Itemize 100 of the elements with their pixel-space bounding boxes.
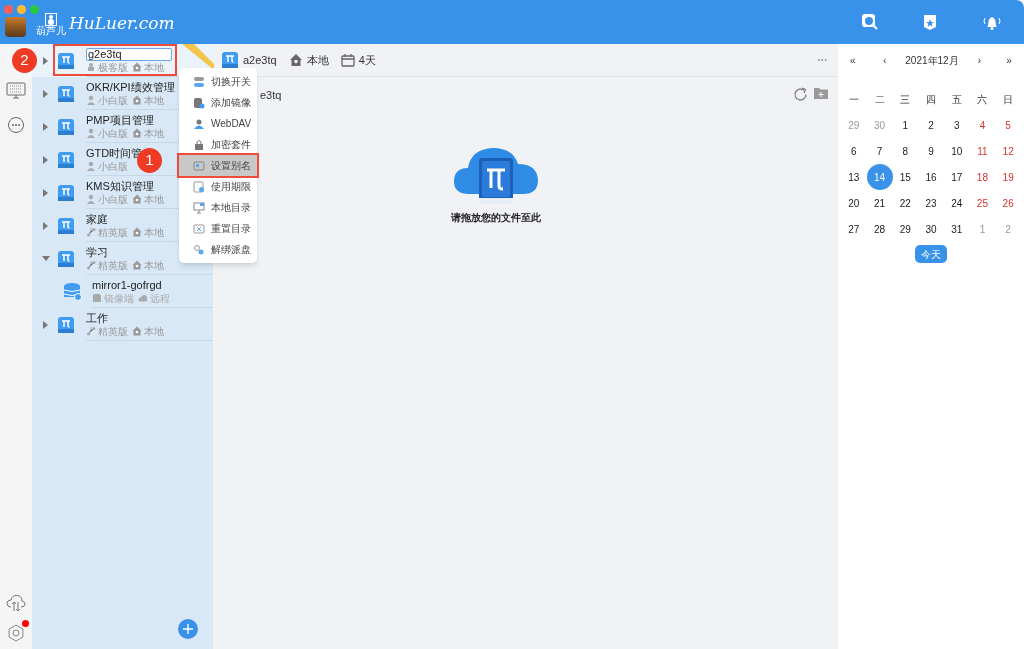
name-input-field[interactable]: g2e3tq bbox=[86, 47, 172, 61]
calendar-day[interactable]: 4 bbox=[969, 112, 996, 138]
menu-item-icon bbox=[193, 138, 205, 151]
cloud-sync-icon[interactable] bbox=[6, 594, 26, 612]
calendar-day[interactable]: 21 bbox=[866, 190, 893, 216]
calendar-day[interactable]: 27 bbox=[840, 216, 867, 242]
drive-icon bbox=[57, 117, 75, 136]
calendar-day[interactable]: 19 bbox=[995, 164, 1022, 190]
info-label: 本地 bbox=[306, 52, 329, 68]
expand-caret-icon[interactable] bbox=[42, 320, 50, 329]
drive-icon bbox=[57, 183, 75, 202]
expand-caret-icon[interactable] bbox=[42, 56, 50, 65]
refresh-icon[interactable] bbox=[793, 87, 808, 102]
database-icon bbox=[92, 293, 102, 303]
calendar-day[interactable]: 28 bbox=[866, 216, 893, 242]
chat-icon[interactable] bbox=[7, 116, 25, 134]
menu-item-icon bbox=[193, 117, 205, 130]
home-icon bbox=[132, 227, 142, 237]
mirror-name[interactable]: mirror1-gofrgd bbox=[92, 278, 213, 292]
next-month-button[interactable]: › bbox=[965, 53, 994, 68]
menu-item[interactable]: 使用期限 bbox=[179, 176, 257, 197]
calendar-day[interactable]: 18 bbox=[969, 164, 996, 190]
weekday-label: 三 bbox=[900, 92, 911, 107]
cloud-icon bbox=[138, 293, 148, 303]
calendar-day[interactable]: 1 bbox=[892, 112, 919, 138]
meta-label: 精英版 bbox=[98, 325, 128, 337]
menu-item[interactable]: 加密套件 bbox=[179, 134, 257, 155]
calendar-day[interactable]: 29 bbox=[892, 216, 919, 242]
menu-item[interactable]: 添加镜像 bbox=[179, 92, 257, 113]
calendar-day[interactable]: 5 bbox=[995, 112, 1022, 138]
menu-item-icon bbox=[193, 75, 205, 88]
meta-label: 镜像端 bbox=[104, 292, 134, 304]
weekday-label: 日 bbox=[1003, 92, 1014, 107]
menu-item[interactable]: 重置目录 bbox=[179, 218, 257, 239]
calendar-day[interactable]: 20 bbox=[840, 190, 867, 216]
calendar-day[interactable]: 22 bbox=[892, 190, 919, 216]
drop-hint: 请拖放您的文件至此 bbox=[450, 210, 541, 225]
prev-year-button[interactable]: « bbox=[841, 53, 865, 68]
calendar-day[interactable]: 30 bbox=[918, 216, 944, 242]
weekday-label: 六 bbox=[977, 92, 988, 107]
new-folder-icon[interactable] bbox=[814, 87, 828, 99]
calendar-day[interactable]: 26 bbox=[995, 190, 1022, 216]
expand-caret-icon[interactable] bbox=[42, 122, 50, 131]
meta-label: 本地 bbox=[144, 325, 164, 337]
calendar-day[interactable]: 7 bbox=[866, 138, 893, 164]
bell-icon[interactable] bbox=[982, 14, 1002, 30]
calendar-day[interactable]: 9 bbox=[918, 138, 944, 164]
plus-icon bbox=[183, 624, 193, 634]
calendar-day[interactable]: 2 bbox=[918, 112, 944, 138]
meta-label: 精英版 bbox=[98, 259, 128, 271]
logo-text: HuLuer.com bbox=[69, 14, 175, 32]
search-icon[interactable] bbox=[861, 13, 879, 31]
collapse-caret-icon[interactable] bbox=[42, 254, 50, 263]
home-icon bbox=[132, 128, 142, 138]
drive-icon bbox=[57, 216, 75, 235]
menu-item-icon bbox=[193, 243, 205, 256]
settings-icon[interactable] bbox=[7, 624, 25, 642]
weekday-label: 一 bbox=[848, 92, 859, 107]
expand-caret-icon[interactable] bbox=[42, 221, 50, 230]
minimize-button[interactable] bbox=[17, 5, 26, 14]
calendar-day[interactable]: 16 bbox=[918, 164, 944, 190]
calendar-day[interactable]: 31 bbox=[943, 216, 970, 242]
monitor-icon[interactable] bbox=[6, 82, 26, 100]
drive-icon bbox=[57, 315, 75, 334]
person-icon bbox=[86, 95, 96, 105]
calendar-day[interactable]: 10 bbox=[943, 138, 970, 164]
menu-item[interactable]: 本地目录 bbox=[179, 197, 257, 218]
calendar-day[interactable]: 25 bbox=[969, 190, 996, 216]
weekday-label: 四 bbox=[926, 92, 936, 107]
calendar-day[interactable]: 15 bbox=[892, 164, 919, 190]
menu-item-icon bbox=[193, 201, 205, 214]
expand-caret-icon[interactable] bbox=[42, 89, 50, 98]
calendar-day[interactable]: 24 bbox=[943, 190, 970, 216]
calendar-day[interactable]: 3 bbox=[943, 112, 970, 138]
meta-label: 远程 bbox=[150, 292, 170, 304]
menu-item[interactable]: 解绑派盘 bbox=[179, 239, 257, 260]
drive-icon bbox=[57, 51, 75, 70]
path-text: e3tq bbox=[260, 88, 282, 103]
calendar-day[interactable]: 17 bbox=[943, 164, 970, 190]
expand-caret-icon[interactable] bbox=[42, 155, 50, 164]
menu-item[interactable]: 设置别名 bbox=[179, 155, 257, 176]
meta-label: 小白版 bbox=[98, 94, 128, 106]
calendar-day[interactable]: 8 bbox=[892, 138, 919, 164]
expand-caret-icon[interactable] bbox=[42, 188, 50, 197]
photo-placeholder bbox=[5, 17, 26, 37]
drive-icon bbox=[57, 249, 75, 268]
add-button[interactable] bbox=[178, 619, 198, 639]
calendar-day[interactable]: 6 bbox=[840, 138, 867, 164]
weekday-label: 五 bbox=[951, 92, 962, 107]
prev-month-button[interactable]: ‹ bbox=[870, 53, 899, 68]
calendar-day[interactable]: 23 bbox=[918, 190, 944, 216]
workspace-name[interactable]: 工作 bbox=[86, 311, 213, 325]
person-icon bbox=[86, 194, 96, 204]
calendar-day[interactable]: 12 bbox=[995, 138, 1022, 164]
calendar-day[interactable]: 11 bbox=[969, 138, 996, 164]
next-year-button[interactable]: » bbox=[997, 53, 1021, 68]
menu-item[interactable]: 切换开关 bbox=[179, 71, 257, 92]
shield-star-icon[interactable] bbox=[923, 13, 937, 31]
calendar-day[interactable]: 13 bbox=[840, 164, 867, 190]
menu-item[interactable]: WebDAV bbox=[179, 113, 257, 134]
